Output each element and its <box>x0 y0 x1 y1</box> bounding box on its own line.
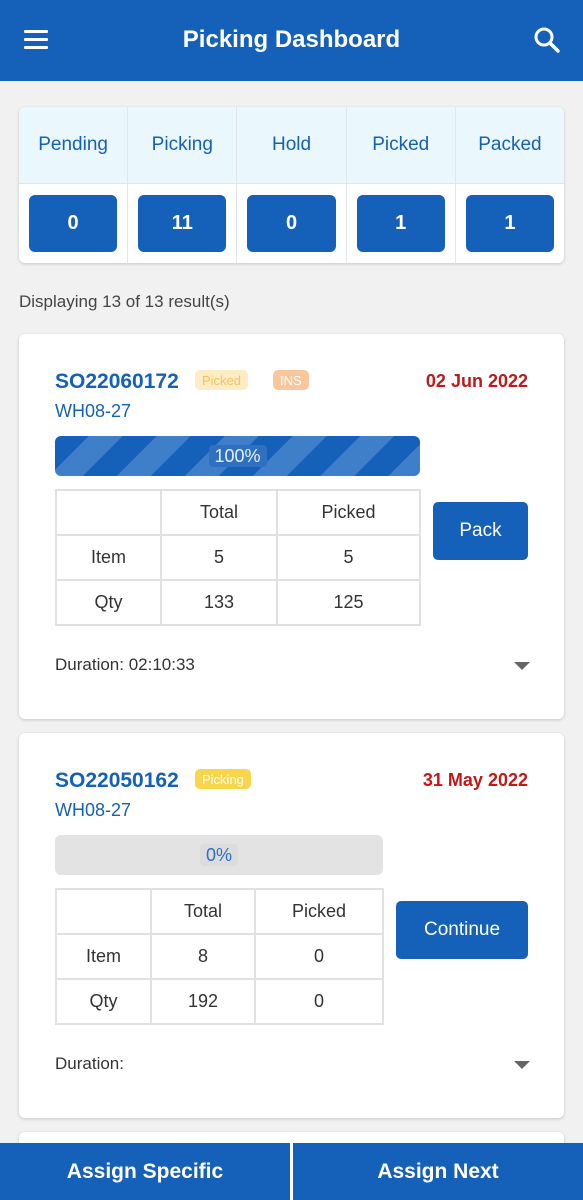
warehouse-code: WH08-27 <box>55 401 132 421</box>
order-date: 31 May 2022 <box>422 770 528 790</box>
page-title: Picking Dashboard <box>182 26 401 53</box>
summary-picked: Picked 1 <box>346 107 456 263</box>
app-bar: Picking Dashboard <box>0 0 583 81</box>
table-header-cell: Total <box>160 489 278 536</box>
table-header-cell: Picked <box>254 888 384 935</box>
summary-picking: Picking 11 <box>128 107 238 263</box>
summary-label: Picking <box>128 107 237 184</box>
table-cell: 125 <box>276 579 421 626</box>
table-cell: 5 <box>276 534 421 581</box>
pack-button[interactable]: Pack <box>433 502 528 560</box>
table-cell: 5 <box>160 534 278 581</box>
table-header-cell <box>55 489 162 536</box>
table-cell: 133 <box>160 579 278 626</box>
summary-label: Packed <box>455 107 564 184</box>
table-cell: Qty <box>55 579 162 626</box>
progress-label: 0% <box>199 844 239 866</box>
summary-label: Pending <box>19 107 128 184</box>
table-cell: Item <box>55 933 152 980</box>
picked-count-button[interactable]: 1 <box>356 195 445 252</box>
assign-next-button[interactable]: Assign Next <box>293 1143 583 1200</box>
summary-packed: Packed 1 <box>455 107 564 263</box>
order-number[interactable]: SO22050162 <box>55 769 179 793</box>
progress-label: 100% <box>208 445 267 467</box>
table-cell: Item <box>55 534 162 581</box>
order-card[interactable]: SO22060172 Picked INS 02 Jun 2022 WH08-2… <box>19 334 564 719</box>
chevron-down-icon[interactable] <box>514 1061 530 1069</box>
search-icon[interactable] <box>533 26 561 54</box>
status-badge: Picking <box>195 769 251 789</box>
table-cell: 0 <box>254 978 384 1025</box>
order-date: 02 Jun 2022 <box>425 371 528 391</box>
progress-bar: 0% <box>55 835 383 875</box>
table-row: Qty 192 0 <box>55 978 384 1025</box>
table-cell: Qty <box>55 978 152 1025</box>
table-header-cell: Total <box>150 888 256 935</box>
summary-hold: Hold 0 <box>237 107 347 263</box>
table-row: Item 8 0 <box>55 933 384 980</box>
hold-count-button[interactable]: 0 <box>247 195 336 252</box>
table-header-cell: Picked <box>276 489 421 536</box>
pending-count-button[interactable]: 0 <box>29 195 118 252</box>
order-card[interactable]: SO22050162 Picking 31 May 2022 WH08-27 0… <box>19 733 564 1118</box>
packed-count-button[interactable]: 1 <box>465 195 555 252</box>
warehouse-code: WH08-27 <box>55 800 132 820</box>
inspection-badge: INS <box>273 370 309 390</box>
order-number[interactable]: SO22060172 <box>55 370 179 394</box>
duration-text: Duration: <box>55 1054 124 1073</box>
bottom-action-bar: Assign Specific Assign Next <box>0 1143 583 1200</box>
assign-specific-button[interactable]: Assign Specific <box>0 1143 290 1200</box>
chevron-down-icon[interactable] <box>514 662 530 670</box>
duration-text: Duration: 02:10:33 <box>55 655 195 674</box>
table-cell: 8 <box>150 933 256 980</box>
continue-button[interactable]: Continue <box>396 901 528 959</box>
table-cell: 0 <box>254 933 384 980</box>
results-count: Displaying 13 of 13 result(s) <box>19 292 230 311</box>
status-summary: Pending 0 Picking 11 Hold 0 Picked 1 Pac… <box>19 107 564 263</box>
progress-bar: 100% <box>55 436 420 476</box>
summary-pending: Pending 0 <box>19 107 129 263</box>
order-stats-table: Total Picked Item 8 0 Qty 192 0 <box>55 888 384 1025</box>
table-header-cell <box>55 888 152 935</box>
picking-count-button[interactable]: 11 <box>138 195 227 252</box>
table-cell: 192 <box>150 978 256 1025</box>
table-row: Item 5 5 <box>55 534 421 581</box>
order-stats-table: Total Picked Item 5 5 Qty 133 125 <box>55 489 421 626</box>
table-row: Qty 133 125 <box>55 579 421 626</box>
summary-label: Picked <box>346 107 455 184</box>
status-badge: Picked <box>195 370 249 390</box>
summary-label: Hold <box>237 107 346 184</box>
